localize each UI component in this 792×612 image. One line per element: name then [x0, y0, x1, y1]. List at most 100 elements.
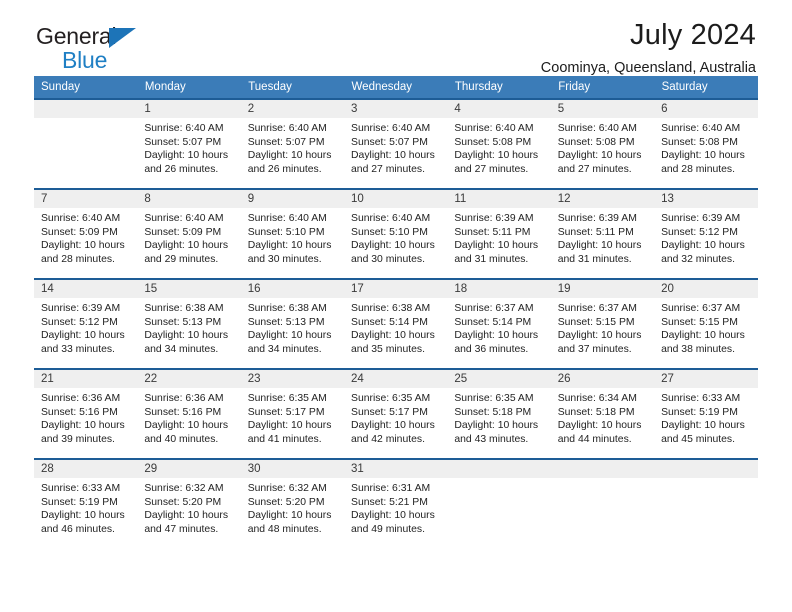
calendar-day-cell[interactable]: 4 Sunrise: 6:40 AM Sunset: 5:08 PM Daylight… [447, 98, 551, 189]
day-number: 15 [137, 280, 241, 298]
weekday-header-row: Sunday Monday Tuesday Wednesday Thursday… [34, 76, 759, 99]
daylight-text-line1: Daylight: 10 hours [247, 510, 332, 522]
daylight-text-line2: and 45 minutes. [661, 433, 735, 445]
day-details: Sunrise: 6:34 AM Sunset: 5:18 PM Daylight:… [551, 388, 654, 446]
daylight-text-line1: Daylight: 10 hours [144, 510, 229, 522]
weekday-header-friday: Friday [550, 76, 655, 99]
calendar-day-cell[interactable]: 11 Sunrise: 6:39 AM Sunset: 5:11 PM Dayligh… [447, 188, 551, 279]
sunset-text: Sunset: 5:15 PM [557, 316, 635, 328]
calendar-day-cell[interactable]: 27 Sunrise: 6:33 AM Sunset: 5:19 PM Dayligh… [654, 368, 758, 459]
calendar-day-cell[interactable]: 3 Sunrise: 6:40 AM Sunset: 5:07 PM Daylight… [344, 98, 448, 189]
day-cell-inner: 2 Sunrise: 6:40 AM Sunset: 5:07 PM Daylight… [240, 100, 345, 188]
calendar-day-cell[interactable]: 24 Sunrise: 6:35 AM Sunset: 5:17 PM Dayligh… [344, 368, 448, 459]
day-cell-inner: 6 Sunrise: 6:40 AM Sunset: 5:08 PM Daylight… [654, 100, 758, 188]
calendar-day-cell[interactable]: 15 Sunrise: 6:38 AM Sunset: 5:13 PM Dayligh… [137, 278, 241, 369]
calendar-day-cell[interactable]: 9 Sunrise: 6:40 AM Sunset: 5:10 PM Daylight… [240, 188, 345, 279]
sunrise-text: Sunrise: 6:37 AM [661, 303, 741, 314]
daylight-text-line1: Daylight: 10 hours [557, 240, 642, 252]
calendar-day-cell[interactable]: 21 Sunrise: 6:36 AM Sunset: 5:16 PM Dayligh… [34, 368, 138, 459]
calendar-day-cell[interactable]: 20 Sunrise: 6:37 AM Sunset: 5:15 PM Dayligh… [654, 278, 758, 369]
sunrise-text: Sunrise: 6:40 AM [41, 213, 121, 224]
daylight-text-line1: Daylight: 10 hours [557, 420, 642, 432]
day-details: Sunrise: 6:40 AM Sunset: 5:08 PM Daylight:… [551, 118, 654, 176]
sunset-text: Sunset: 5:07 PM [351, 136, 428, 148]
day-cell-inner [550, 460, 655, 548]
day-number: 7 [34, 190, 138, 208]
daylight-text-line2: and 48 minutes. [247, 523, 322, 535]
day-details: Sunrise: 6:40 AM Sunset: 5:09 PM Daylight:… [137, 208, 240, 266]
daylight-text-line2: and 28 minutes. [41, 253, 115, 265]
calendar-day-cell[interactable]: 16 Sunrise: 6:38 AM Sunset: 5:13 PM Dayligh… [240, 278, 345, 369]
daylight-text-line2: and 38 minutes. [661, 343, 735, 355]
day-details: Sunrise: 6:39 AM Sunset: 5:12 PM Daylight:… [654, 208, 757, 266]
daylight-text-line2: and 28 minutes. [661, 163, 735, 175]
calendar-day-cell[interactable]: 22 Sunrise: 6:36 AM Sunset: 5:16 PM Dayligh… [137, 368, 241, 459]
weekday-header-tuesday: Tuesday [240, 76, 345, 99]
sunrise-text: Sunrise: 6:40 AM [247, 123, 327, 134]
day-cell-inner: 9 Sunrise: 6:40 AM Sunset: 5:10 PM Daylight… [240, 190, 345, 278]
daylight-text-line1: Daylight: 10 hours [41, 420, 125, 432]
sunset-text: Sunset: 5:11 PM [454, 226, 531, 238]
calendar-day-cell[interactable]: 28 Sunrise: 6:33 AM Sunset: 5:19 PM Dayligh… [34, 458, 138, 548]
calendar-day-cell[interactable]: 1 Sunrise: 6:40 AM Sunset: 5:07 PM Daylight… [137, 98, 241, 189]
sunset-text: Sunset: 5:16 PM [144, 406, 222, 418]
day-number: 14 [34, 280, 138, 298]
calendar-day-cell[interactable]: 7 Sunrise: 6:40 AM Sunset: 5:09 PM Daylight… [34, 188, 138, 279]
calendar-day-cell[interactable]: 23 Sunrise: 6:35 AM Sunset: 5:17 PM Dayligh… [240, 368, 345, 459]
page-title: July 2024 [630, 19, 756, 51]
calendar-day-cell[interactable]: 18 Sunrise: 6:37 AM Sunset: 5:14 PM Dayligh… [447, 278, 551, 369]
day-cell-inner: 4 Sunrise: 6:40 AM Sunset: 5:08 PM Daylight… [447, 100, 551, 188]
day-cell-inner: 21 Sunrise: 6:36 AM Sunset: 5:16 PM Dayligh… [34, 370, 138, 458]
daylight-text-line1: Daylight: 10 hours [351, 420, 435, 432]
sunrise-text: Sunrise: 6:39 AM [41, 303, 121, 314]
daylight-text-line1: Daylight: 10 hours [144, 330, 229, 342]
day-number: 25 [447, 370, 551, 388]
sunrise-text: Sunrise: 6:38 AM [144, 303, 224, 314]
daylight-text-line1: Daylight: 10 hours [661, 150, 745, 162]
calendar-day-cell[interactable]: 6 Sunrise: 6:40 AM Sunset: 5:08 PM Daylight… [654, 98, 758, 189]
day-details: Sunrise: 6:40 AM Sunset: 5:10 PM Daylight:… [344, 208, 447, 266]
sunrise-text: Sunrise: 6:40 AM [351, 213, 431, 224]
calendar-week-row: 21 Sunrise: 6:36 AM Sunset: 5:16 PM Dayligh… [34, 368, 758, 459]
calendar-day-cell[interactable]: 31 Sunrise: 6:31 AM Sunset: 5:21 PM Dayligh… [344, 458, 448, 548]
day-cell-inner [654, 460, 758, 548]
sunrise-text: Sunrise: 6:40 AM [144, 213, 224, 224]
day-details: Sunrise: 6:35 AM Sunset: 5:17 PM Daylight:… [344, 388, 447, 446]
day-details: Sunrise: 6:40 AM Sunset: 5:10 PM Daylight:… [241, 208, 344, 266]
day-details: Sunrise: 6:40 AM Sunset: 5:08 PM Daylight:… [654, 118, 757, 176]
calendar-day-cell[interactable]: 17 Sunrise: 6:38 AM Sunset: 5:14 PM Dayligh… [344, 278, 448, 369]
sunset-text: Sunset: 5:09 PM [144, 226, 222, 238]
daylight-text-line1: Daylight: 10 hours [144, 240, 229, 252]
calendar-day-cell[interactable]: 12 Sunrise: 6:39 AM Sunset: 5:11 PM Dayligh… [550, 188, 655, 279]
day-cell-inner: 27 Sunrise: 6:33 AM Sunset: 5:19 PM Dayligh… [654, 370, 758, 458]
day-cell-inner: 15 Sunrise: 6:38 AM Sunset: 5:13 PM Dayligh… [137, 280, 241, 368]
daylight-text-line2: and 42 minutes. [351, 433, 425, 445]
calendar-day-cell[interactable]: 14 Sunrise: 6:39 AM Sunset: 5:12 PM Dayligh… [34, 278, 138, 369]
sunset-text: Sunset: 5:08 PM [661, 136, 738, 148]
daylight-text-line1: Daylight: 10 hours [661, 240, 745, 252]
calendar-day-cell[interactable]: 19 Sunrise: 6:37 AM Sunset: 5:15 PM Dayligh… [550, 278, 655, 369]
daylight-text-line2: and 29 minutes. [144, 253, 219, 265]
day-details: Sunrise: 6:32 AM Sunset: 5:20 PM Daylight:… [241, 478, 344, 536]
daylight-text-line2: and 36 minutes. [454, 343, 529, 355]
sunset-text: Sunset: 5:12 PM [41, 316, 118, 328]
logo-text-blue: Blue [62, 47, 108, 73]
calendar-day-cell[interactable]: 29 Sunrise: 6:32 AM Sunset: 5:20 PM Dayligh… [137, 458, 241, 548]
calendar-day-cell[interactable]: 26 Sunrise: 6:34 AM Sunset: 5:18 PM Dayligh… [550, 368, 655, 459]
calendar-day-cell[interactable]: 30 Sunrise: 6:32 AM Sunset: 5:20 PM Dayligh… [240, 458, 345, 548]
sunrise-sunset-calendar: Sunday Monday Tuesday Wednesday Thursday… [34, 76, 759, 548]
daylight-text-line2: and 49 minutes. [351, 523, 425, 535]
daylight-text-line1: Daylight: 10 hours [351, 240, 435, 252]
calendar-day-cell[interactable]: 5 Sunrise: 6:40 AM Sunset: 5:08 PM Daylight… [550, 98, 655, 189]
calendar-day-cell[interactable]: 13 Sunrise: 6:39 AM Sunset: 5:12 PM Dayligh… [654, 188, 758, 279]
daylight-text-line2: and 26 minutes. [144, 163, 219, 175]
calendar-day-cell[interactable]: 10 Sunrise: 6:40 AM Sunset: 5:10 PM Dayligh… [344, 188, 448, 279]
calendar-empty-cell [34, 98, 138, 189]
calendar-day-cell[interactable]: 25 Sunrise: 6:35 AM Sunset: 5:18 PM Dayligh… [447, 368, 551, 459]
calendar-day-cell[interactable]: 8 Sunrise: 6:40 AM Sunset: 5:09 PM Daylight… [137, 188, 241, 279]
day-number: 6 [654, 100, 758, 118]
day-details: Sunrise: 6:40 AM Sunset: 5:07 PM Daylight:… [241, 118, 344, 176]
day-number: 27 [654, 370, 758, 388]
calendar-day-cell[interactable]: 2 Sunrise: 6:40 AM Sunset: 5:07 PM Daylight… [240, 98, 345, 189]
day-cell-inner: 25 Sunrise: 6:35 AM Sunset: 5:18 PM Dayligh… [447, 370, 551, 458]
